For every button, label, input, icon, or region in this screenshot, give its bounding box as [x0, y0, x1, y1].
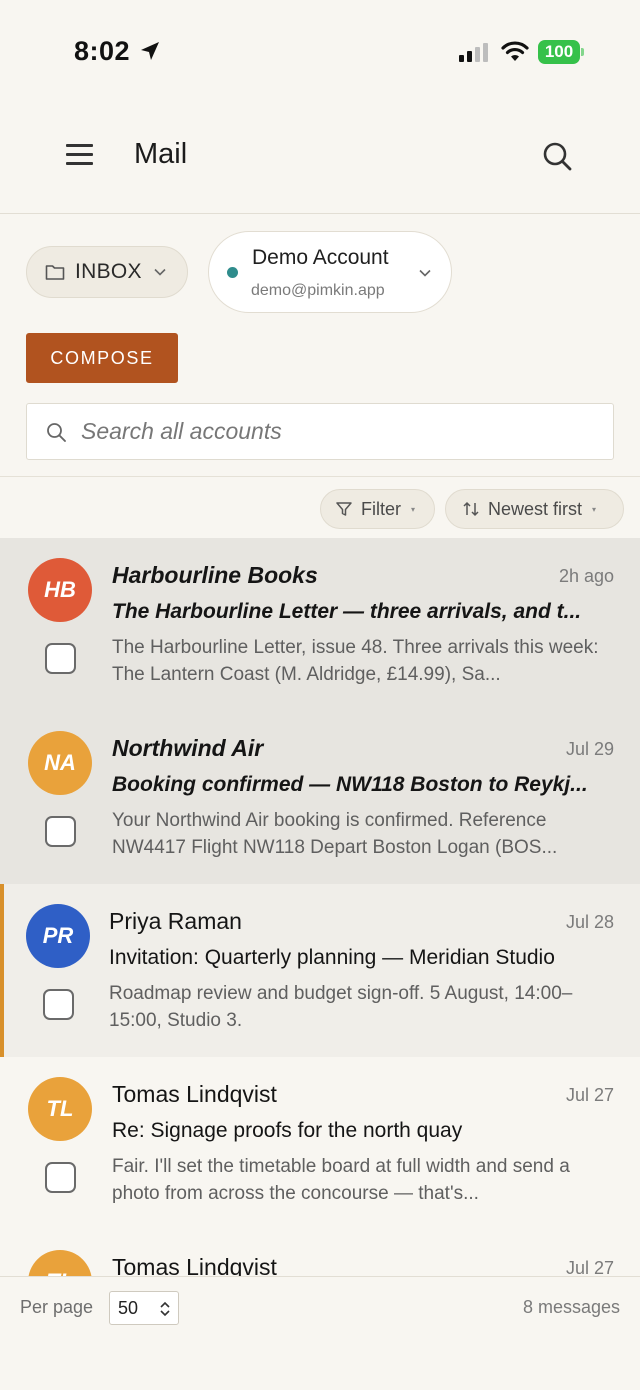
- wifi-icon: [501, 41, 529, 61]
- location-arrow-icon: [141, 42, 159, 60]
- hamburger-menu-icon[interactable]: [66, 144, 94, 166]
- account-status-dot: [227, 267, 238, 278]
- dropdown-arrow-icon: ▾: [411, 504, 416, 514]
- filter-bar: Filter ▾ Newest first ▾: [0, 476, 640, 538]
- message-preview: Fair. I'll set the timetable board at fu…: [112, 1156, 570, 1204]
- message-time: Jul 28: [565, 912, 614, 932]
- message-subject: Invitation: Quarterly planning — Meridia…: [109, 946, 555, 969]
- dropdown-arrow-icon: ▾: [592, 504, 597, 514]
- message-sender: Tomas Lindqvist: [112, 1254, 277, 1276]
- folder-label: INBOX: [75, 260, 142, 283]
- status-time: 8:02: [74, 36, 131, 66]
- message-checkbox[interactable]: [45, 1162, 76, 1193]
- message-time: Jul 29: [565, 739, 614, 759]
- page-title: Mail: [134, 138, 188, 170]
- battery-level: 100: [538, 40, 580, 64]
- per-page-label: Per page: [20, 1297, 94, 1317]
- sort-button[interactable]: Newest first ▾: [445, 489, 624, 529]
- message-row[interactable]: NA Northwind Air Jul 29 Booking confirme…: [0, 711, 640, 884]
- message-checkbox[interactable]: [45, 816, 76, 847]
- account-email: demo@pimkin.app: [251, 282, 385, 299]
- message-checkbox[interactable]: [43, 989, 74, 1020]
- avatar: TL: [28, 1250, 92, 1276]
- message-list: HB Harbourline Books 2h ago The Harbourl…: [0, 538, 640, 1276]
- message-subject: The Harbourline Letter — three arrivals,…: [112, 600, 582, 623]
- compose-button[interactable]: COMPOSE: [26, 333, 178, 383]
- battery-icon: 100: [538, 40, 584, 64]
- per-page-select[interactable]: 50: [109, 1291, 179, 1325]
- folder-selector[interactable]: INBOX: [26, 246, 188, 298]
- message-time: Jul 27: [565, 1085, 614, 1105]
- filter-label: Filter: [361, 498, 401, 519]
- chevron-down-icon: [154, 268, 166, 276]
- message-row[interactable]: TL Tomas Lindqvist Jul 27 Re: Signage pr…: [0, 1057, 640, 1230]
- per-page-value: 50: [118, 1298, 139, 1318]
- sort-label: Newest first: [488, 498, 583, 519]
- message-sender: Priya Raman: [109, 908, 242, 934]
- message-preview: Roadmap review and budget sign-off. 5 Au…: [109, 983, 573, 1031]
- message-sender: Tomas Lindqvist: [112, 1081, 277, 1107]
- message-subject: Re: Signage proofs for the north quay: [112, 1119, 463, 1142]
- message-row[interactable]: TL Tomas Lindqvist Jul 27: [0, 1230, 640, 1276]
- message-count: 8 messages: [522, 1297, 620, 1317]
- app-header: Mail: [0, 100, 640, 214]
- account-name: Demo Account: [252, 246, 389, 269]
- avatar: PR: [26, 904, 90, 968]
- message-preview: Your Northwind Air booking is confirmed.…: [112, 810, 558, 858]
- folder-icon: [45, 265, 65, 280]
- message-row[interactable]: HB Harbourline Books 2h ago The Harbourl…: [0, 538, 640, 711]
- message-subject: Booking confirmed — NW118 Boston to Reyk…: [112, 773, 588, 796]
- avatar: NA: [28, 731, 92, 795]
- message-checkbox[interactable]: [45, 643, 76, 674]
- search-box: [26, 403, 614, 460]
- message-preview: The Harbourline Letter, issue 48. Three …: [112, 637, 599, 685]
- filter-funnel-icon: [336, 502, 352, 516]
- chevron-down-icon: [419, 269, 431, 277]
- avatar: HB: [28, 558, 92, 622]
- account-selector[interactable]: Demo Account demo@pimkin.app: [208, 231, 452, 313]
- message-row-selected[interactable]: PR Priya Raman Jul 28 Invitation: Quarte…: [0, 884, 640, 1057]
- cellular-signal-icon: [459, 43, 488, 62]
- sort-arrows-icon: [463, 501, 479, 517]
- search-input[interactable]: [81, 418, 581, 445]
- up-down-chevron-icon: [160, 1301, 170, 1317]
- search-icon[interactable]: [540, 139, 574, 173]
- status-bar: 8:02 100: [0, 0, 640, 100]
- message-time: 2h ago: [558, 566, 614, 586]
- filter-button[interactable]: Filter ▾: [320, 489, 435, 529]
- message-sender: Harbourline Books: [112, 562, 318, 588]
- search-icon: [47, 422, 66, 442]
- message-sender: Northwind Air: [112, 735, 264, 761]
- avatar: TL: [28, 1077, 92, 1141]
- message-time: Jul 27: [565, 1258, 614, 1276]
- pagination-footer: Per page 50 8 messages: [0, 1276, 640, 1390]
